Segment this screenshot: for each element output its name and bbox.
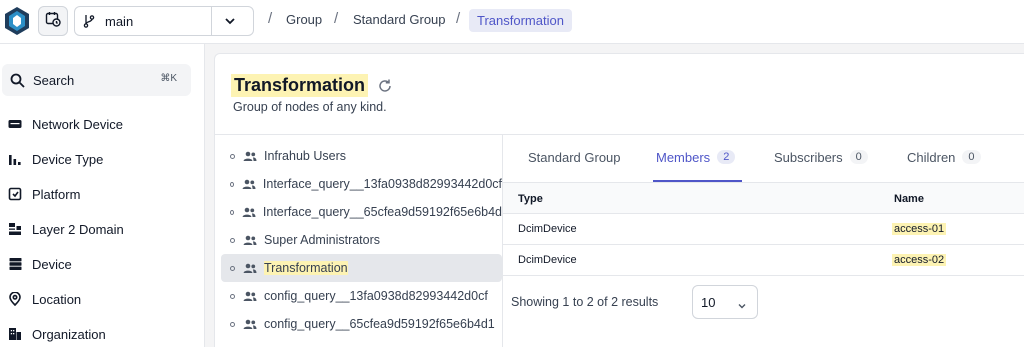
- sidebar-item-organization[interactable]: Organization: [0, 319, 205, 347]
- tree-item-label: Super Administrators: [264, 233, 381, 247]
- tab-standard-group[interactable]: Standard Group: [528, 150, 621, 182]
- server-icon: [7, 118, 23, 130]
- tab-count-badge: 0: [962, 150, 981, 164]
- cell-type: DcimDevice: [518, 254, 577, 266]
- breadcrumb-transformation[interactable]: Transformation: [469, 9, 572, 32]
- branch-selector[interactable]: main: [74, 6, 254, 36]
- schedule-button[interactable]: [38, 6, 68, 36]
- branch-divider: [211, 7, 212, 35]
- bullet-icon: [230, 265, 235, 271]
- users-icon: [243, 319, 257, 329]
- users-icon: [243, 291, 257, 301]
- tree-item[interactable]: Interface_query__65cfea9d59192f65e6b4d: [221, 198, 502, 226]
- page-header: Transformation: [231, 74, 393, 97]
- tree-item-label: Interface_query__13fa0938d82993442d0cf: [262, 177, 502, 191]
- tab-count-badge: 0: [849, 150, 868, 164]
- table-row[interactable]: DcimDevice access-02: [503, 245, 1024, 276]
- users-icon: [243, 235, 257, 245]
- sidebar-item-label: Location: [32, 291, 82, 307]
- breadcrumb-standard-group[interactable]: Standard Group: [353, 12, 446, 27]
- column-header-name[interactable]: Name: [894, 193, 924, 205]
- tab-label: Members: [656, 150, 711, 165]
- search-button[interactable]: Search ⌘K: [2, 64, 191, 96]
- sidebar-item-location[interactable]: Location: [0, 284, 205, 314]
- column-header-type[interactable]: Type: [518, 193, 543, 205]
- location-pin-icon: [7, 292, 23, 306]
- branch-name: main: [105, 13, 134, 29]
- cell-name[interactable]: access-02: [892, 254, 947, 266]
- chevron-down-icon[interactable]: [223, 14, 237, 33]
- bullet-icon: [230, 153, 235, 159]
- page-size-select[interactable]: 10: [692, 285, 758, 319]
- bullet-icon: [230, 209, 234, 215]
- sidebar-item-label: Device: [32, 256, 72, 272]
- tab-label: Children: [907, 150, 956, 165]
- breadcrumb-separator: /: [268, 10, 273, 27]
- sidebar-item-label: Device Type: [32, 151, 104, 167]
- search-label: Search: [33, 72, 75, 88]
- tree-item-label: config_query__65cfea9d59192f65e6b4d1: [264, 317, 495, 331]
- refresh-icon[interactable]: [377, 78, 393, 94]
- divider: [215, 134, 1024, 135]
- tree-item-label: Infrahub Users: [264, 149, 346, 163]
- sidebar: Search ⌘K Network Device Device Type Pla…: [0, 44, 205, 347]
- cell-type: DcimDevice: [518, 223, 577, 235]
- users-icon: [243, 151, 257, 161]
- device-stack-icon: [7, 257, 23, 271]
- bullet-icon: [230, 321, 235, 327]
- network-icon: [7, 222, 23, 236]
- users-icon: [242, 179, 256, 189]
- pagination-summary: Showing 1 to 2 of 2 results: [511, 295, 659, 309]
- tree-item-label: config_query__13fa0938d82993442d0cf: [264, 289, 488, 303]
- page-size-value: 10: [701, 294, 716, 310]
- search-shortcut: ⌘K: [160, 73, 177, 84]
- sidebar-item-network-device[interactable]: Network Device: [0, 109, 205, 139]
- cell-name[interactable]: access-01: [892, 223, 947, 235]
- infrahub-logo-icon[interactable]: [4, 6, 30, 36]
- tree-item[interactable]: config_query__13fa0938d82993442d0cf: [221, 282, 502, 310]
- sidebar-item-device-type[interactable]: Device Type: [0, 144, 205, 174]
- top-bar: main / Group / Standard Group / Transfor…: [0, 0, 1024, 44]
- tree-item[interactable]: Interface_query__13fa0938d82993442d0cf: [221, 170, 502, 198]
- search-icon: [10, 73, 26, 88]
- breadcrumb-separator: /: [456, 10, 461, 27]
- tree-item-selected[interactable]: Transformation: [221, 254, 502, 282]
- bar-chart-icon: [7, 152, 23, 166]
- sidebar-item-label: Platform: [32, 186, 81, 202]
- table-row[interactable]: DcimDevice access-01: [503, 214, 1024, 245]
- bullet-icon: [230, 293, 235, 299]
- tree-item[interactable]: Infrahub Users: [221, 142, 502, 170]
- sidebar-item-platform[interactable]: Platform: [0, 179, 205, 209]
- tree-item[interactable]: Super Administrators: [221, 226, 502, 254]
- tree-item-label: Transformation: [264, 261, 348, 275]
- sidebar-item-label: Layer 2 Domain: [32, 221, 124, 237]
- tab-subscribers[interactable]: Subscribers 0: [774, 150, 868, 182]
- bullet-icon: [230, 237, 235, 243]
- table-header: Type Name: [503, 182, 1024, 214]
- breadcrumb-group[interactable]: Group: [286, 12, 322, 27]
- chevron-down-icon: [737, 298, 747, 316]
- building-icon: [7, 327, 23, 341]
- tree-item-label: Interface_query__65cfea9d59192f65e6b4d: [262, 205, 502, 219]
- tab-label: Standard Group: [528, 150, 621, 165]
- tab-count-badge: 2: [717, 150, 736, 164]
- page-title: Transformation: [231, 74, 369, 97]
- sidebar-item-label: Organization: [32, 326, 106, 342]
- tab-children[interactable]: Children 0: [907, 150, 981, 182]
- tab-label: Subscribers: [774, 150, 843, 165]
- breadcrumb-separator: /: [334, 10, 339, 27]
- tab-members[interactable]: Members 2: [656, 150, 736, 182]
- tree-item[interactable]: config_query__65cfea9d59192f65e6b4d1: [221, 310, 502, 338]
- sidebar-item-layer-2-domain[interactable]: Layer 2 Domain: [0, 214, 205, 244]
- calendar-clock-icon: [45, 11, 61, 32]
- group-detail-panel: Transformation Group of nodes of any kin…: [214, 53, 1024, 347]
- sidebar-item-device[interactable]: Device: [0, 249, 205, 279]
- page-description: Group of nodes of any kind.: [233, 100, 387, 114]
- bullet-icon: [230, 181, 234, 187]
- git-branch-icon: [83, 14, 105, 28]
- users-icon: [242, 207, 256, 217]
- users-icon: [243, 263, 257, 273]
- platform-icon: [7, 187, 23, 201]
- sidebar-item-label: Network Device: [32, 116, 124, 132]
